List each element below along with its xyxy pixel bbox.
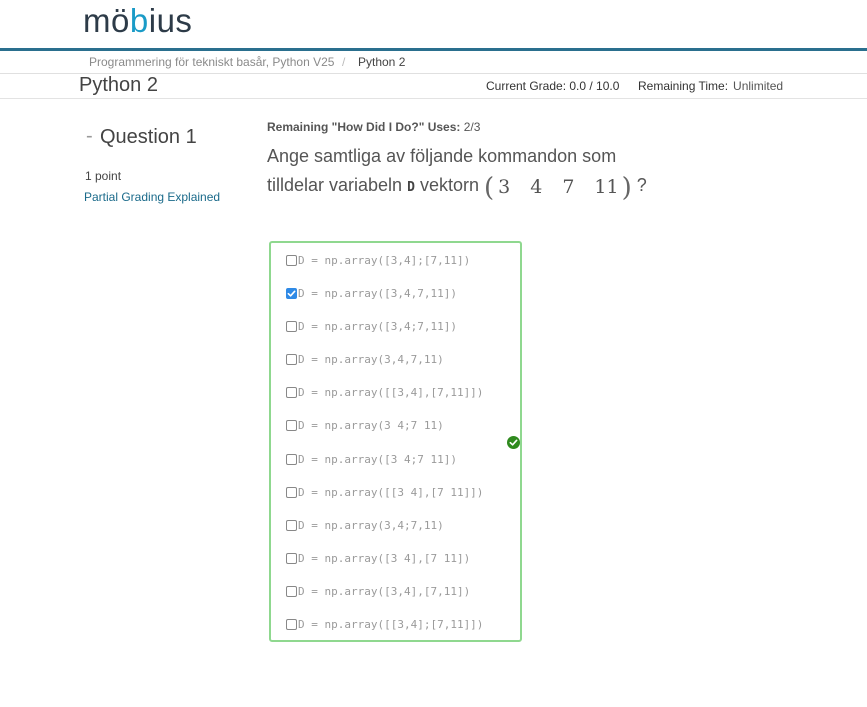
answer-checkbox[interactable]	[286, 453, 297, 465]
vector-element: 7	[562, 176, 575, 198]
answer-option-label: D = np.array([3,4];[7,11])	[298, 253, 471, 267]
checkmark-icon	[287, 290, 296, 297]
answer-option[interactable]: D = np.array([[3,4];[7,11]])	[286, 615, 483, 633]
answer-checkbox[interactable]	[286, 419, 297, 431]
answer-option[interactable]: D = np.array([3,4],[7,11])	[286, 582, 470, 600]
answer-option[interactable]: D = np.array(3,4,7,11)	[286, 350, 444, 368]
answer-option[interactable]: D = np.array(3 4;7 11)	[286, 416, 444, 434]
vector-element: 11	[594, 176, 619, 198]
question-text-mid: vektorn	[419, 175, 479, 195]
how-did-i-do-value: 2/3	[463, 120, 481, 134]
vector-element: 4	[530, 176, 543, 198]
remaining-time-label: Remaining Time:	[638, 79, 729, 93]
top-bar: möbius	[0, 0, 867, 48]
breadcrumb-separator: /	[342, 55, 346, 69]
mobius-logo[interactable]: möbius	[83, 2, 192, 40]
answer-checkbox[interactable]	[286, 585, 297, 597]
vector-open-paren: (	[483, 173, 495, 203]
answer-option[interactable]: D = np.array(3,4;7,11)	[286, 516, 444, 534]
answer-checkbox[interactable]	[286, 618, 297, 630]
answer-option-label: D = np.array([[3,4];[7,11]])	[298, 617, 484, 631]
question-text-line2: tilldelar variabeln D vektorn (3 4 7 11) ?	[267, 171, 707, 203]
page-title: Python 2	[79, 74, 158, 96]
answer-checkbox[interactable]	[286, 287, 297, 299]
question-text-pre: tilldelar variabeln	[267, 175, 403, 195]
logo-part: i	[148, 2, 157, 39]
answer-checkbox[interactable]	[286, 519, 297, 531]
answer-checkbox[interactable]	[286, 552, 297, 564]
collapse-question-toggle[interactable]: -	[86, 125, 93, 148]
answer-checkbox[interactable]	[286, 320, 297, 332]
remaining-time-value: Unlimited	[733, 79, 784, 93]
answer-option-label: D = np.array([[3 4],[7 11]])	[298, 485, 484, 499]
answer-option[interactable]: D = np.array([3,4,7,11])	[286, 284, 457, 302]
remaining-time: Remaining Time: Unlimited	[638, 79, 783, 93]
answer-option-label: D = np.array(3,4;7,11)	[298, 518, 444, 532]
how-did-i-do-uses: Remaining "How Did I Do?" Uses: 2/3	[267, 120, 480, 134]
question-mark: ?	[636, 175, 647, 195]
answer-option-label: D = np.array([3,4;7,11])	[298, 319, 457, 333]
answer-option-label: D = np.array([3,4],[7,11])	[298, 584, 471, 598]
row-vector: (3 4 7 11)	[484, 173, 632, 203]
vector-element: 3	[498, 176, 511, 198]
answer-option-label: D = np.array([3 4;7 11])	[298, 452, 457, 466]
answer-option[interactable]: D = np.array([3 4;7 11])	[286, 450, 457, 468]
partial-grading-link[interactable]: Partial Grading Explained	[84, 190, 220, 204]
variable-name: D	[407, 180, 415, 195]
answer-option[interactable]: D = np.array([[3 4],[7 11]])	[286, 483, 483, 501]
logo-part: m	[83, 2, 111, 39]
answer-option[interactable]: D = np.array([3 4],[7 11])	[286, 549, 470, 567]
breadcrumb: Programmering för tekniskt basår, Python…	[0, 51, 867, 74]
breadcrumb-course-link[interactable]: Programmering för tekniskt basår, Python…	[89, 55, 334, 69]
answer-option-label: D = np.array([3,4,7,11])	[298, 286, 457, 300]
answer-option-label: D = np.array([3 4],[7 11])	[298, 551, 471, 565]
question-title: Question 1	[100, 126, 197, 148]
answer-options: D = np.array([3,4];[7,11]) D = np.array([…	[269, 241, 522, 642]
how-did-i-do-label: Remaining "How Did I Do?" Uses:	[267, 120, 461, 134]
logo-part: b	[129, 2, 149, 39]
answer-option-label: D = np.array(3,4,7,11)	[298, 352, 444, 366]
logo-part: ö	[111, 2, 130, 39]
answer-option-label: D = np.array(3 4;7 11)	[298, 418, 444, 432]
assignment-header: Python 2 Current Grade: 0.0 / 10.0 Remai…	[0, 74, 867, 99]
answer-option[interactable]: D = np.array([[3,4],[7,11]])	[286, 383, 483, 401]
question-points: 1 point	[85, 169, 122, 183]
answer-checkbox[interactable]	[286, 353, 297, 365]
vector-close-paren: )	[621, 173, 632, 203]
logo-part: us	[156, 2, 193, 39]
answer-checkbox[interactable]	[286, 486, 297, 498]
answer-option[interactable]: D = np.array([3,4;7,11])	[286, 317, 457, 335]
answer-checkbox[interactable]	[286, 386, 297, 398]
answer-checkbox[interactable]	[286, 254, 297, 266]
current-grade: Current Grade: 0.0 / 10.0	[486, 79, 620, 93]
question-text: Ange samtliga av följande kommandon som …	[267, 142, 707, 203]
check-circle-icon	[507, 436, 520, 449]
question-text-line1: Ange samtliga av följande kommandon som	[267, 146, 617, 166]
breadcrumb-current: Python 2	[358, 55, 406, 69]
answer-option-label: D = np.array([[3,4],[7,11]])	[298, 385, 484, 399]
answer-option[interactable]: D = np.array([3,4];[7,11])	[286, 251, 470, 269]
